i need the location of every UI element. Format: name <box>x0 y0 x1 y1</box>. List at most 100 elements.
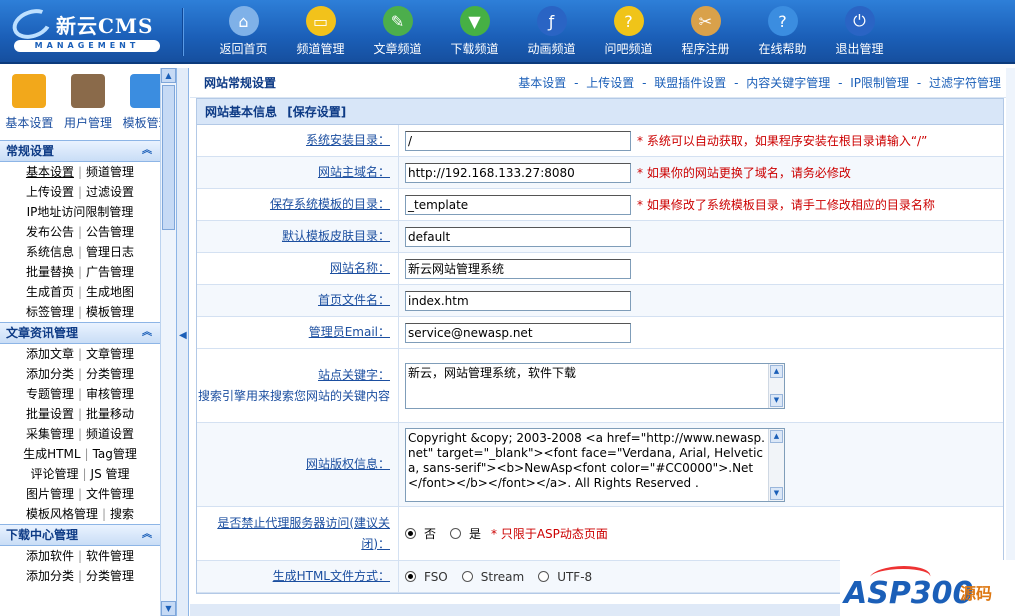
menu-link[interactable]: 生成首页 <box>26 285 74 299</box>
help-icon[interactable]: ? <box>767 6 798 36</box>
keywords-textarea[interactable]: 新云，网站管理系统，软件下载 ▲ ▼ <box>405 362 785 409</box>
collapse-chevron-icon[interactable]: ︽ <box>142 525 152 545</box>
shortcut-label[interactable]: 用户管理 <box>64 116 112 130</box>
menu-link[interactable]: 审核管理 <box>86 387 134 401</box>
settings-link[interactable]: 基本设置 <box>518 76 566 90</box>
proxy-yes-radio[interactable]: 是 <box>450 525 481 542</box>
nav-item[interactable]: ⏻ 退出管理 <box>821 2 898 62</box>
menu-link[interactable]: 管理日志 <box>86 245 134 259</box>
menu-link[interactable]: 频道设置 <box>86 427 134 441</box>
save-settings-link[interactable]: [保存设置] <box>287 105 346 119</box>
menu-link[interactable]: IP地址访问限制管理 <box>27 205 134 219</box>
sidebar-shortcut[interactable]: 基本设置 <box>2 74 56 140</box>
nav-label[interactable]: 频道管理 <box>282 40 359 57</box>
menu-link[interactable]: 文件管理 <box>86 487 134 501</box>
nav-label[interactable]: 下载频道 <box>436 40 513 57</box>
nav-item[interactable]: ▼ 下载频道 <box>436 2 513 62</box>
menu-link[interactable]: 图片管理 <box>26 487 74 501</box>
radio-unchecked[interactable] <box>450 528 462 539</box>
nav-label[interactable]: 文章频道 <box>359 40 436 57</box>
sidebar-splitter[interactable]: ◀ <box>177 68 189 616</box>
menu-link[interactable]: 批量移动 <box>86 407 134 421</box>
menu-link[interactable]: 添加软件 <box>26 549 74 563</box>
menu-link[interactable]: 过滤设置 <box>86 185 134 199</box>
menu-link[interactable]: 发布公告 <box>26 225 74 239</box>
nav-label[interactable]: 在线帮助 <box>744 40 821 57</box>
menu-link[interactable]: 搜索 <box>110 507 134 521</box>
sidebar-shortcut[interactable]: 用户管理 <box>61 74 115 140</box>
menu-group-header[interactable]: 文章资讯管理 ︽ <box>0 322 160 344</box>
menu-link[interactable]: 模板管理 <box>86 305 134 319</box>
nav-item[interactable]: ? 问吧频道 <box>590 2 667 62</box>
scroll-up-arrow-icon[interactable]: ▲ <box>161 68 176 83</box>
menu-link[interactable]: 软件管理 <box>86 549 134 563</box>
user-icon[interactable] <box>70 74 105 108</box>
radio-checked[interactable] <box>405 571 416 582</box>
menu-link[interactable]: 分类管理 <box>86 367 134 381</box>
collapse-left-icon[interactable]: ◀ <box>179 330 187 341</box>
menu-link[interactable]: 分类管理 <box>86 569 134 583</box>
nav-item[interactable]: ƒ 动画频道 <box>513 2 590 62</box>
tools-icon[interactable]: ✂ <box>690 6 721 36</box>
scroll-up-arrow-icon[interactable]: ▲ <box>770 429 783 443</box>
power-icon[interactable]: ⏻ <box>844 6 875 36</box>
sidebar-scrollbar[interactable]: ▲ ▼ <box>160 68 176 616</box>
menu-link[interactable]: 公告管理 <box>86 225 134 239</box>
radio-checked[interactable] <box>405 528 416 539</box>
menu-link[interactable]: 模板风格管理 <box>26 507 98 521</box>
collapse-chevron-icon[interactable]: ︽ <box>142 323 152 343</box>
menu-link[interactable]: 批量设置 <box>26 407 74 421</box>
menu-link[interactable]: 系统信息 <box>26 245 74 259</box>
home-icon[interactable]: ⌂ <box>228 6 259 36</box>
collapse-chevron-icon[interactable]: ︽ <box>142 141 152 161</box>
menu-link[interactable]: 广告管理 <box>86 265 134 279</box>
menu-link[interactable]: 添加文章 <box>26 347 74 361</box>
html-mode-radio[interactable]: Stream <box>461 570 524 584</box>
download-icon[interactable]: ▼ <box>459 6 490 36</box>
menu-group-header[interactable]: 下载中心管理 ︽ <box>0 524 160 546</box>
html-mode-radio[interactable]: FSO <box>405 570 448 584</box>
nav-item[interactable]: ? 在线帮助 <box>744 2 821 62</box>
textarea-scrollbar[interactable]: ▲ ▼ <box>768 363 784 408</box>
nav-label[interactable]: 返回首页 <box>205 40 282 57</box>
menu-group-header[interactable]: 常规设置 ︽ <box>0 140 160 162</box>
scroll-down-arrow-icon[interactable]: ▼ <box>770 486 783 500</box>
scroll-down-arrow-icon[interactable]: ▼ <box>161 601 176 616</box>
text-input[interactable]: default <box>405 226 631 247</box>
text-input[interactable]: service@newasp.net <box>405 322 631 343</box>
settings-link[interactable]: 上传设置 <box>586 76 634 90</box>
menu-link[interactable]: 批量替换 <box>26 265 74 279</box>
copyright-text[interactable]: Copyright &copy; 2003-2008 <a href="http… <box>408 431 765 490</box>
html-mode-radio[interactable]: UTF-8 <box>538 570 592 584</box>
main-scrollbar[interactable] <box>1006 68 1015 616</box>
settings-link[interactable]: IP限制管理 <box>850 76 909 90</box>
menu-link[interactable]: 评论管理 <box>30 467 78 481</box>
group-title[interactable]: 常规设置 <box>6 144 54 158</box>
settings-link[interactable]: 联盟插件设置 <box>654 76 726 90</box>
shortcut-label[interactable]: 基本设置 <box>5 116 53 130</box>
text-input[interactable]: _template <box>405 194 631 215</box>
scroll-down-arrow-icon[interactable]: ▼ <box>770 393 783 407</box>
menu-link[interactable]: Tag管理 <box>93 447 137 461</box>
menu-link[interactable]: 标签管理 <box>26 305 74 319</box>
menu-link[interactable]: 生成地图 <box>86 285 134 299</box>
text-input[interactable]: index.htm <box>405 290 631 311</box>
nav-item[interactable]: ✎ 文章频道 <box>359 2 436 62</box>
template-icon[interactable] <box>129 74 164 108</box>
copyright-textarea[interactable]: Copyright &copy; 2003-2008 <a href="http… <box>405 427 785 502</box>
menu-link[interactable]: 采集管理 <box>26 427 74 441</box>
nav-item[interactable]: ⌂ 返回首页 <box>205 2 282 62</box>
document-icon[interactable]: ✎ <box>382 6 413 36</box>
nav-label[interactable]: 程序注册 <box>667 40 744 57</box>
menu-link[interactable]: 基本设置 <box>26 165 74 179</box>
nav-label[interactable]: 动画频道 <box>513 40 590 57</box>
nav-item[interactable]: ▭ 频道管理 <box>282 2 359 62</box>
text-input[interactable]: http://192.168.133.27:8080 <box>405 162 631 183</box>
text-input[interactable]: 新云网站管理系统 <box>405 258 631 279</box>
group-title[interactable]: 文章资讯管理 <box>6 326 78 340</box>
text-input[interactable]: / <box>405 130 631 151</box>
textarea-scrollbar[interactable]: ▲ ▼ <box>768 428 784 501</box>
nav-label[interactable]: 退出管理 <box>821 40 898 57</box>
group-title[interactable]: 下载中心管理 <box>6 528 78 542</box>
gears-icon[interactable] <box>12 74 47 108</box>
